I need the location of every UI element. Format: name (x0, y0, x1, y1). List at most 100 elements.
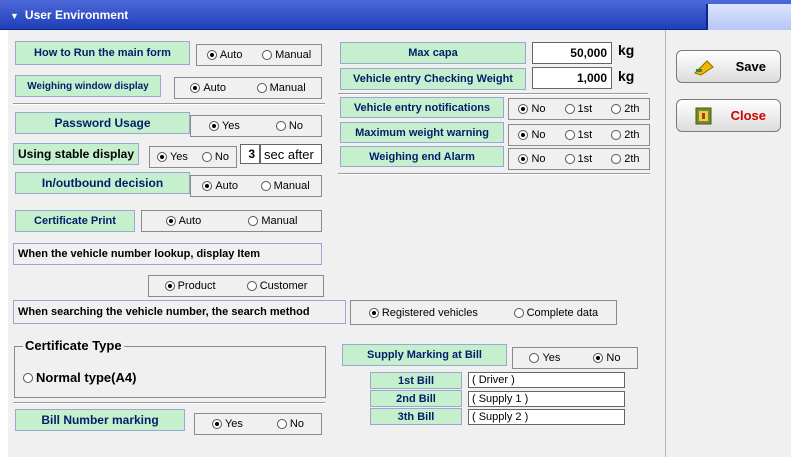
max-weight-warning-options: No 1st 2th (508, 124, 650, 146)
radio-icon (564, 104, 575, 114)
radio-icon (248, 216, 259, 226)
stable-display-label: Using stable display (13, 143, 139, 165)
max-warn-1st-radio[interactable]: 1st (564, 129, 592, 141)
radio-selected-icon (202, 181, 213, 191)
radio-icon (23, 372, 33, 383)
radio-selected-icon (518, 104, 529, 114)
bill-number-label: Bill Number marking (15, 409, 185, 431)
search-method-label: When searching the vehicle number, the s… (13, 300, 346, 324)
stable-seconds-suffix: sec after (260, 144, 322, 164)
inout-manual-radio[interactable]: Manual (260, 180, 310, 192)
weighing-window-manual-radio[interactable]: Manual (256, 82, 306, 94)
search-complete-radio[interactable]: Complete data (513, 307, 598, 319)
how-to-run-label: How to Run the main form (15, 41, 190, 65)
supply-marking-label: Supply Marking at Bill (342, 344, 507, 366)
stable-no-radio[interactable]: No (201, 151, 229, 163)
max-warn-2th-radio[interactable]: 2th (611, 129, 640, 141)
collapse-icon[interactable]: ▼ (10, 11, 19, 21)
bill-yes-radio[interactable]: Yes (211, 418, 243, 430)
radio-selected-icon (156, 152, 167, 162)
entry-notifications-label: Vehicle entry notifications (340, 97, 504, 118)
search-registered-radio[interactable]: Registered vehicles (368, 307, 478, 319)
radio-selected-icon (593, 353, 604, 363)
supply-yes-radio[interactable]: Yes (529, 352, 560, 364)
radio-selected-icon (211, 419, 222, 429)
stable-display-options: Yes No (149, 146, 237, 168)
entry-notifications-options: No 1st 2th (508, 98, 650, 120)
stable-yes-radio[interactable]: Yes (156, 151, 188, 163)
separator (13, 103, 325, 105)
entry-check-weight-input[interactable]: 1,000 (532, 67, 612, 89)
end-alarm-2th-radio[interactable]: 2th (611, 153, 640, 165)
radio-icon (275, 121, 286, 131)
certificate-type-a4-radio[interactable]: Normal type(A4) (23, 370, 136, 385)
window-title: ▼ User Environment (10, 8, 128, 22)
weighing-window-label: Weighing window display (15, 75, 161, 97)
bill-3-label: 3th Bill (370, 408, 462, 425)
radio-icon (260, 181, 271, 191)
max-warn-no-radio[interactable]: No (518, 129, 546, 141)
radio-icon (564, 154, 575, 164)
weighing-window-auto-radio[interactable]: Auto (190, 82, 226, 94)
max-capa-input[interactable]: 50,000 (532, 42, 612, 64)
radio-selected-icon (368, 307, 379, 318)
certificate-manual-radio[interactable]: Manual (248, 215, 297, 227)
weighing-window-options: Auto Manual (174, 77, 322, 99)
settings-panel: How to Run the main form Auto Manual Wei… (8, 30, 665, 457)
title-bar: ▼ User Environment (0, 0, 791, 30)
lookup-customer-radio[interactable]: Customer (246, 280, 307, 292)
entry-notif-no-radio[interactable]: No (518, 103, 546, 115)
close-button[interactable]: Close (676, 99, 781, 132)
lookup-product-radio[interactable]: Product (164, 280, 216, 292)
lookup-display-label: When the vehicle number lookup, display … (13, 243, 322, 265)
password-usage-label: Password Usage (15, 112, 190, 134)
inout-auto-radio[interactable]: Auto (202, 180, 238, 192)
window-title-text: User Environment (24, 8, 129, 22)
how-to-run-auto-radio[interactable]: Auto (206, 49, 242, 61)
inout-decision-label: In/outbound decision (15, 172, 190, 194)
supply-no-radio[interactable]: No (593, 352, 620, 364)
entry-check-weight-unit: kg (618, 68, 635, 84)
end-alarm-no-radio[interactable]: No (518, 153, 546, 165)
save-button[interactable]: Save (676, 50, 781, 83)
radio-selected-icon (165, 216, 176, 226)
radio-icon (276, 419, 287, 429)
stable-seconds-input[interactable]: 3 (240, 144, 260, 164)
password-yes-radio[interactable]: Yes (208, 120, 240, 132)
certificate-auto-radio[interactable]: Auto (165, 215, 201, 227)
password-usage-options: Yes No (190, 115, 322, 137)
certificate-type-group: Certificate Type Normal type(A4) (14, 338, 326, 398)
bill-3-input[interactable]: ( Supply 2 ) (468, 409, 625, 425)
radio-selected-icon (164, 281, 175, 291)
bill-1-input[interactable]: ( Driver ) (468, 372, 625, 388)
entry-notif-2th-radio[interactable]: 2th (611, 103, 640, 115)
entry-notif-1st-radio[interactable]: 1st (564, 103, 592, 115)
radio-icon (611, 104, 622, 114)
bill-no-radio[interactable]: No (276, 418, 304, 430)
radio-selected-icon (518, 130, 529, 140)
separator (338, 173, 650, 175)
how-to-run-manual-radio[interactable]: Manual (262, 49, 311, 61)
radio-icon (256, 83, 267, 93)
entry-check-weight-label: Vehicle entry Checking Weight (340, 68, 526, 90)
end-alarm-1st-radio[interactable]: 1st (564, 153, 592, 165)
certificate-print-label: Certificate Print (15, 210, 135, 232)
save-icon (693, 57, 715, 77)
certificate-print-options: Auto Manual (141, 210, 322, 232)
radio-icon (246, 281, 257, 291)
radio-icon (611, 154, 622, 164)
close-icon (693, 106, 715, 126)
lookup-display-options: Product Customer (148, 275, 324, 297)
weighing-end-alarm-label: Weighing end Alarm (340, 146, 504, 167)
radio-selected-icon (206, 50, 217, 60)
separator (338, 93, 648, 95)
radio-icon (529, 353, 540, 363)
radio-icon (201, 152, 212, 162)
radio-selected-icon (208, 121, 219, 131)
search-method-options: Registered vehicles Complete data (350, 300, 617, 325)
bill-2-input[interactable]: ( Supply 1 ) (468, 391, 625, 407)
max-capa-label: Max capa (340, 42, 526, 64)
certificate-type-title: Certificate Type (23, 338, 124, 353)
password-no-radio[interactable]: No (275, 120, 303, 132)
radio-icon (611, 130, 622, 140)
